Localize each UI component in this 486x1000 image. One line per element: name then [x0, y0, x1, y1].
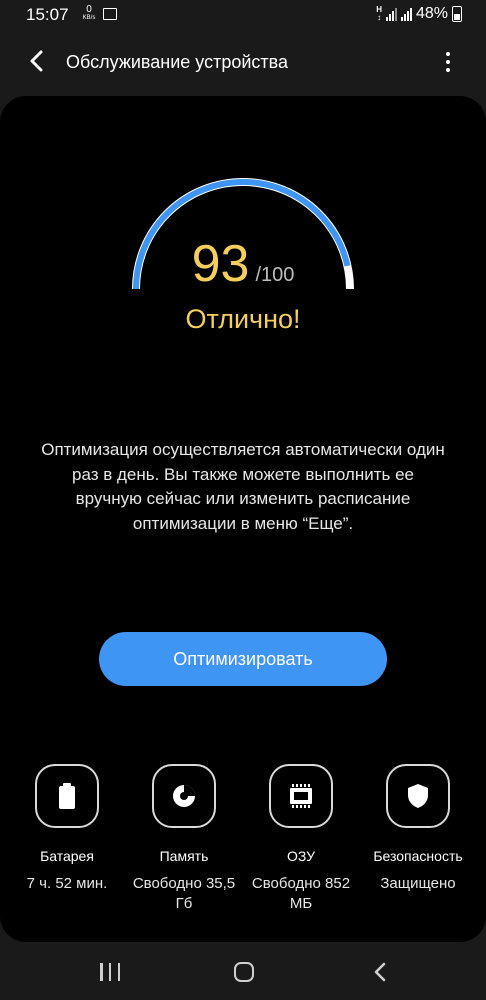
score-max: /100	[255, 264, 295, 286]
tile-battery[interactable]: Батарея 7 ч. 52 мин.	[9, 764, 125, 894]
more-dot-icon	[446, 68, 450, 72]
score-value: 93	[191, 235, 250, 293]
recent-apps-icon	[100, 963, 103, 981]
back-button[interactable]	[22, 46, 52, 76]
storage-tile-button[interactable]	[152, 764, 216, 828]
signal-2-icon	[400, 7, 412, 21]
memory-chip-icon	[290, 784, 312, 808]
gallery-notification-icon	[103, 8, 117, 20]
tile-label: Память	[159, 848, 209, 864]
more-options-button[interactable]	[436, 48, 460, 76]
chevron-left-icon	[30, 50, 43, 72]
tile-value: 7 ч. 52 мин.	[26, 875, 108, 892]
optimize-button[interactable]: Оптимизировать	[99, 632, 387, 686]
tile-label: Безопасность	[373, 848, 463, 864]
hspa-icon: H ↕	[376, 5, 382, 22]
network-speed: 0 KB/s	[82, 4, 96, 22]
recent-apps-button[interactable]	[100, 963, 120, 981]
status-time: 15:07	[26, 5, 69, 24]
storage-pie-icon	[173, 785, 195, 807]
score-status: Отлично!	[185, 304, 301, 334]
tile-label: Батарея	[40, 848, 94, 864]
status-bar: 15:07 0 KB/s H ↕ 48%	[0, 0, 486, 32]
security-tile-button[interactable]	[386, 764, 450, 828]
status-icons: H ↕ 48%	[376, 5, 462, 23]
battery-status-icon	[452, 6, 462, 22]
home-button[interactable]	[234, 962, 254, 982]
chevron-left-icon	[374, 962, 386, 982]
battery-percent: 48%	[415, 5, 448, 22]
battery-tile-button[interactable]	[35, 764, 99, 828]
more-dot-icon	[446, 52, 450, 56]
page-title: Обслуживание устройства	[66, 52, 289, 72]
tile-label: ОЗУ	[286, 848, 316, 864]
system-nav-bar	[0, 946, 486, 1000]
maintenance-card: 93/100 Отлично! Оптимизация осуществляет…	[0, 96, 486, 942]
shield-icon	[408, 784, 428, 808]
optimization-description: Оптимизация осуществляется автоматически…	[41, 440, 445, 533]
tile-storage[interactable]: Память Свободно 35,5 Гб	[126, 764, 242, 914]
nav-back-button[interactable]	[370, 960, 392, 984]
tile-security[interactable]: Безопасность Защищено	[360, 764, 476, 894]
score: 93/100	[0, 234, 486, 294]
tile-value: Защищено	[380, 875, 456, 892]
signal-1-icon	[385, 7, 397, 21]
ram-tile-button[interactable]	[269, 764, 333, 828]
tile-value: Свободно 852 МБ	[251, 875, 351, 912]
tile-value: Свободно 35,5 Гб	[132, 875, 236, 912]
app-header: Обслуживание устройства	[0, 36, 486, 88]
battery-icon	[59, 783, 75, 809]
more-dot-icon	[446, 60, 450, 64]
tile-ram[interactable]: ОЗУ Свободно 852 МБ	[243, 764, 359, 914]
